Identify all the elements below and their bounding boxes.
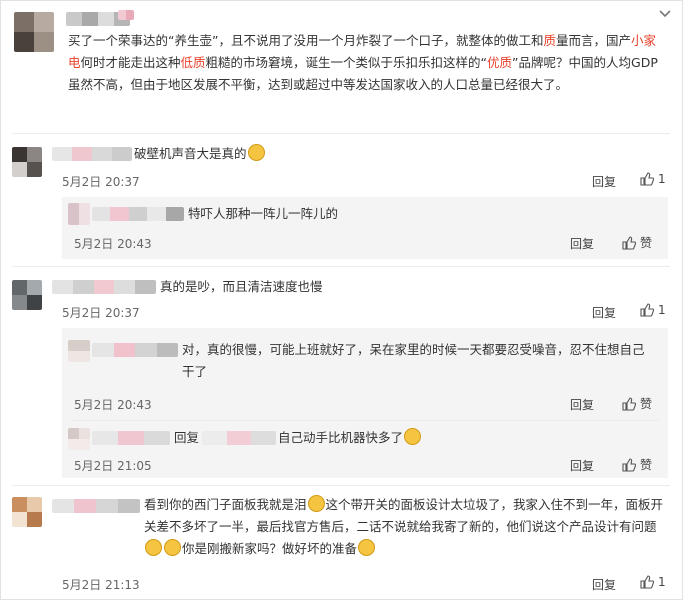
emoji-icon	[404, 428, 422, 445]
like-button[interactable]: 赞	[622, 234, 652, 251]
avatar[interactable]	[12, 497, 42, 527]
divider	[70, 420, 660, 421]
mention-mosaic[interactable]	[202, 431, 276, 445]
thumbs-up-icon	[640, 575, 654, 589]
highlight-text: 质	[543, 33, 556, 48]
highlight-text: 优质	[487, 55, 513, 70]
highlight-text: 低质	[180, 55, 206, 70]
avatar[interactable]	[68, 203, 90, 225]
emoji-icon	[247, 144, 265, 161]
comment-text: 真的是吵，而且清洁速度也慢	[160, 279, 323, 294]
comment-date: 5月2日 20:37	[62, 175, 140, 189]
comment-date: 5月2日 21:13	[62, 578, 140, 592]
thumbs-up-icon	[622, 457, 636, 472]
like-button[interactable]: 赞	[622, 395, 652, 412]
avatar[interactable]	[68, 428, 90, 450]
post-text-segment: 买了一个荣事达的“养生壶”，且不说用了没用一个月炸裂了一个口子，就整体的做工和	[68, 33, 544, 48]
username-mosaic[interactable]	[52, 147, 132, 161]
username-mosaic[interactable]	[92, 343, 178, 357]
comment-text: 看到你的西门子面板我就是泪 这个带开关的面板设计太垃圾了，我家入住不到一年，面板开…	[144, 495, 664, 556]
post-text-segment: 何时才能走出这种	[80, 55, 181, 70]
like-button[interactable]: 1	[640, 172, 666, 186]
emoji-icon	[358, 539, 376, 556]
post-text-segment: 量而言，国产	[555, 33, 631, 48]
emoji-icon	[164, 539, 181, 556]
reply-text: 自己动手比机器快多了	[278, 427, 658, 449]
thumbs-up-icon	[640, 172, 654, 186]
reply-date: 5月2日 20:43	[74, 398, 152, 412]
comment-text: 破壁机声音大是真的	[134, 143, 634, 165]
divider	[12, 133, 670, 134]
divider	[12, 485, 670, 486]
thumbs-up-icon	[622, 396, 636, 411]
reply-button[interactable]: 回复	[592, 576, 616, 593]
avatar[interactable]	[12, 147, 42, 177]
avatar[interactable]	[68, 340, 90, 362]
username-mosaic[interactable]	[92, 207, 184, 221]
username-mosaic[interactable]	[52, 280, 156, 294]
reply-date: 5月2日 21:05	[74, 459, 152, 473]
reply-button[interactable]: 回复	[592, 304, 616, 321]
post-text-segment: 粗糙的市场窘境，诞生一个类似于乐扣乐扣这样的“	[205, 55, 488, 70]
comment-date: 5月2日 20:37	[62, 306, 140, 320]
reply-button[interactable]: 回复	[570, 457, 594, 474]
avatar[interactable]	[12, 280, 42, 310]
username-mosaic[interactable]	[52, 499, 140, 513]
avatar[interactable]	[14, 12, 54, 52]
reply-button[interactable]: 回复	[570, 235, 594, 252]
thumbs-up-icon	[640, 303, 654, 317]
reply-button[interactable]: 回复	[570, 396, 594, 413]
reply-date: 5月2日 20:43	[74, 237, 152, 251]
reply-button[interactable]: 回复	[592, 173, 616, 190]
reply-prefix: 回复	[174, 430, 200, 445]
like-button[interactable]: 1	[640, 303, 666, 317]
username-mosaic[interactable]	[92, 431, 170, 445]
username-mosaic-tail	[118, 10, 134, 20]
emoji-icon	[145, 539, 162, 556]
reply-text: 特吓人那种一阵儿一阵儿的	[188, 206, 339, 221]
chevron-down-icon[interactable]	[659, 8, 671, 21]
like-button[interactable]: 1	[640, 575, 666, 589]
emoji-icon	[307, 495, 325, 512]
thumbs-up-icon	[622, 235, 636, 250]
like-button[interactable]: 赞	[622, 456, 652, 473]
main-post-text: 买了一个荣事达的“养生壶”，且不说用了没用一个月炸裂了一个口子，就整体的做工和质…	[68, 30, 668, 96]
divider	[12, 266, 670, 267]
reply-text: 对，真的很慢，可能上班就好了，呆在家里的时候一天都要忍受噪音，忍不住想自己干了	[182, 342, 645, 379]
